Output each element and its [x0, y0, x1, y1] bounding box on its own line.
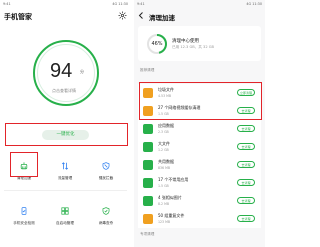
duplicate-icon	[143, 214, 153, 224]
clean-item-title: 4 张相似图片	[158, 195, 182, 200]
storage-subtitle: 已用 12.3 GB，共 32 GB	[172, 45, 215, 49]
status-bar: 9:41 4G 11:30	[134, 0, 265, 8]
clean-item-button[interactable]: 去清理	[237, 197, 255, 204]
section-title-recommended: 推荐清理	[140, 68, 155, 72]
app-unused-icon	[143, 178, 153, 188]
status-bar: 9:41 4G 11:30	[0, 0, 131, 8]
tool-harassment-block[interactable]: 骚扰拦截	[92, 155, 120, 181]
tool-label: 流量管理	[57, 176, 73, 180]
page-title: 清理加速	[149, 14, 175, 22]
highlight-box-optimize	[5, 123, 128, 146]
clean-item-title: 应用数据	[158, 123, 174, 128]
tool-label: 自启动管理	[56, 221, 74, 225]
highlight-box-clean	[10, 152, 38, 177]
page-title: 手机管家	[4, 13, 32, 21]
tool-startup-management[interactable]: 自启动管理	[51, 200, 79, 226]
tool-label: 手机安全检测	[13, 221, 35, 225]
clean-item-size: 1.2 GB	[158, 148, 169, 152]
tool-label: 病毒查杀	[98, 221, 114, 225]
tool-security-check[interactable]: 手机安全检测	[10, 200, 38, 226]
clean-item-button[interactable]: 去清理	[237, 161, 255, 168]
clean-item-title: 共用数据	[158, 159, 174, 164]
clean-item-row[interactable]: 应用数据 2.3 GB 去清理	[138, 120, 261, 138]
app-icon	[143, 124, 153, 134]
highlight-box-items	[139, 82, 262, 120]
phone-manager-screen: 9:41 4G 11:30 手机管家 94 分 点击查看详情 一键优化 清理加速…	[0, 0, 131, 247]
clean-item-size: 8.2 MB	[158, 202, 170, 206]
clean-item-row[interactable]: 17 个不常用应用 1.5 GB 去清理	[138, 174, 261, 192]
virus-icon	[102, 207, 110, 215]
divider	[4, 190, 127, 191]
clean-item-row[interactable]: 大文件 1.2 GB 去清理	[138, 138, 261, 156]
clean-item-size: 1.5 GB	[158, 184, 169, 188]
health-score: 94	[50, 60, 73, 82]
clean-item-row[interactable]: 50 组重复文件 123 MB 去清理	[138, 210, 261, 228]
shield-block-icon	[102, 162, 110, 170]
clean-item-button[interactable]: 去清理	[237, 215, 255, 222]
section-title-special: 专项清理	[140, 232, 155, 236]
startup-icon	[61, 207, 69, 215]
image-icon	[143, 196, 153, 206]
phone-check-icon	[21, 207, 27, 215]
clean-item-title: 17 个不常用应用	[158, 177, 189, 182]
back-arrow-icon[interactable]	[138, 12, 144, 19]
clean-item-size: 836 MB	[158, 166, 171, 170]
gear-icon[interactable]	[118, 11, 127, 20]
storage-title: 清理中心使用	[172, 39, 199, 44]
status-signal: 4G 11:30	[112, 2, 128, 6]
tool-label: 骚扰拦截	[98, 176, 114, 180]
score-caption[interactable]: 点击查看详情	[52, 88, 76, 94]
clean-item-title: 50 组重复文件	[158, 213, 185, 218]
tool-virus-scan[interactable]: 病毒查杀	[92, 200, 120, 226]
clean-item-row[interactable]: 4 张相似图片 8.2 MB 去清理	[138, 192, 261, 210]
clean-accelerate-screen: 9:41 4G 11:30 清理加速 46% 清理中心使用 已用 12.3 GB…	[134, 0, 265, 247]
clean-item-button[interactable]: 去清理	[237, 125, 255, 132]
clean-item-button[interactable]: 去清理	[237, 179, 255, 186]
clean-item-title: 大文件	[158, 141, 170, 146]
clean-item-row[interactable]: 共用数据 836 MB 去清理	[138, 156, 261, 174]
storage-percent: 46%	[151, 41, 163, 47]
clean-item-button[interactable]: 去清理	[237, 143, 255, 150]
status-time: 9:41	[3, 2, 11, 6]
clean-item-size: 123 MB	[158, 220, 171, 224]
tool-traffic-management[interactable]: 流量管理	[51, 155, 79, 181]
share-icon	[143, 160, 153, 170]
traffic-icon	[61, 162, 69, 170]
status-signal: 4G 11:30	[246, 2, 262, 6]
file-icon	[143, 142, 153, 152]
status-time: 9:41	[137, 2, 145, 6]
score-unit: 分	[80, 69, 84, 74]
clean-item-size: 2.3 GB	[158, 130, 169, 134]
